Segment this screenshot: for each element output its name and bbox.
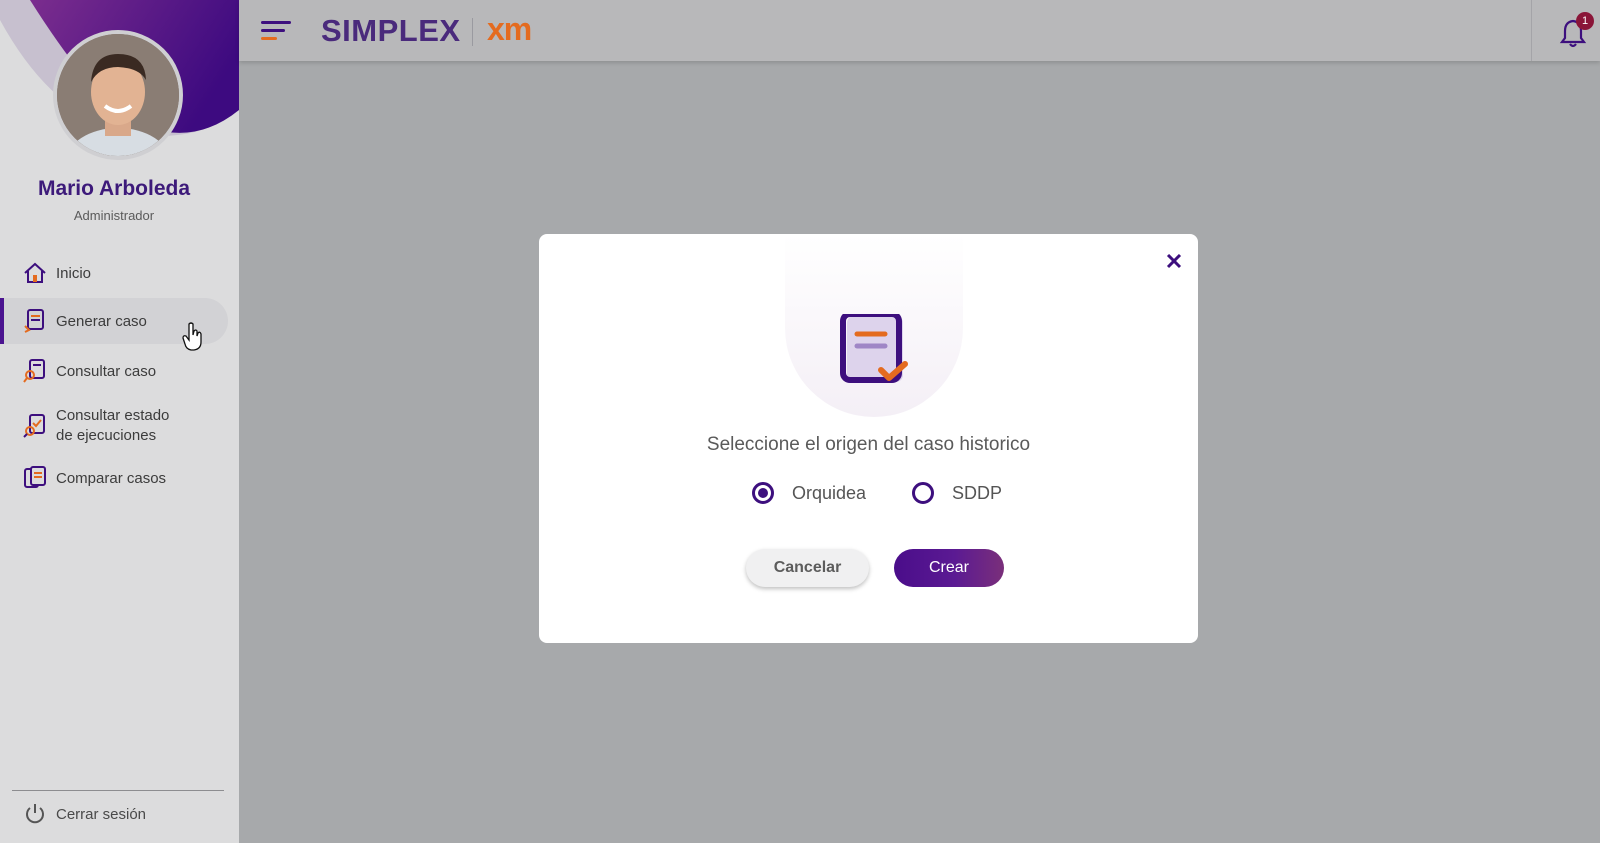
sidebar-item-label-line2: de ejecuciones xyxy=(56,427,157,444)
radio-label: SDDP xyxy=(952,482,1003,503)
sidebar: Mario Arboleda Administrador Inicio Gene… xyxy=(0,0,239,843)
close-icon[interactable] xyxy=(1165,252,1183,270)
home-icon xyxy=(24,262,46,283)
logout-label: Cerrar sesión xyxy=(56,805,147,823)
sidebar-item-comparar-casos[interactable]: Comparar casos xyxy=(0,463,228,493)
menu-toggle-icon[interactable] xyxy=(261,19,293,43)
sidebar-item-label: Comparar casos xyxy=(56,469,167,487)
user-role: Administrador xyxy=(73,208,155,223)
sidebar-item-label: Inicio xyxy=(56,264,92,282)
brand-separator xyxy=(472,18,473,46)
document-check-icon xyxy=(840,314,908,383)
compare-cases-icon xyxy=(24,466,46,488)
cancel-button[interactable]: Cancelar xyxy=(746,549,869,587)
radio-dot xyxy=(758,488,768,498)
sidebar-item-consultar-caso[interactable]: Consultar caso xyxy=(0,356,228,386)
top-header: SIMPLEX xm 1 xyxy=(239,0,1600,61)
sidebar-item-label: Consultar caso xyxy=(56,362,157,380)
radio-circle[interactable] xyxy=(912,482,934,504)
sidebar-item-label: Generar caso xyxy=(56,312,147,330)
header-separator xyxy=(1531,0,1532,61)
radio-label: Orquidea xyxy=(792,482,867,503)
radio-sddp[interactable]: SDDP xyxy=(912,482,1002,504)
create-button[interactable]: Crear xyxy=(894,549,1004,587)
sidebar-divider xyxy=(12,790,224,791)
avatar[interactable] xyxy=(53,30,183,160)
sidebar-item-label-line1: Consultar estado xyxy=(56,407,170,424)
dialog-title: Seleccione el origen del caso historico xyxy=(706,434,1031,455)
case-origin-dialog: Seleccione el origen del caso historico … xyxy=(539,234,1198,643)
notification-badge: 1 xyxy=(1576,12,1594,30)
brand-logo: SIMPLEX xyxy=(321,13,461,48)
sidebar-item-consultar-estado[interactable]: Consultar estado de ejecuciones xyxy=(0,405,228,447)
search-case-icon xyxy=(23,359,45,383)
power-icon xyxy=(26,804,44,824)
dialog-hero xyxy=(785,234,963,417)
user-name: Mario Arboleda xyxy=(37,177,191,200)
logout-button[interactable]: Cerrar sesión xyxy=(0,800,228,828)
radio-circle-selected[interactable] xyxy=(752,482,774,504)
hand-cursor-icon xyxy=(182,322,202,351)
sidebar-item-inicio[interactable]: Inicio xyxy=(0,258,228,288)
generate-case-icon xyxy=(24,309,44,333)
radio-orquidea[interactable]: Orquidea xyxy=(752,482,866,504)
xm-logo: xm xyxy=(487,11,532,47)
execution-status-icon xyxy=(23,414,45,438)
